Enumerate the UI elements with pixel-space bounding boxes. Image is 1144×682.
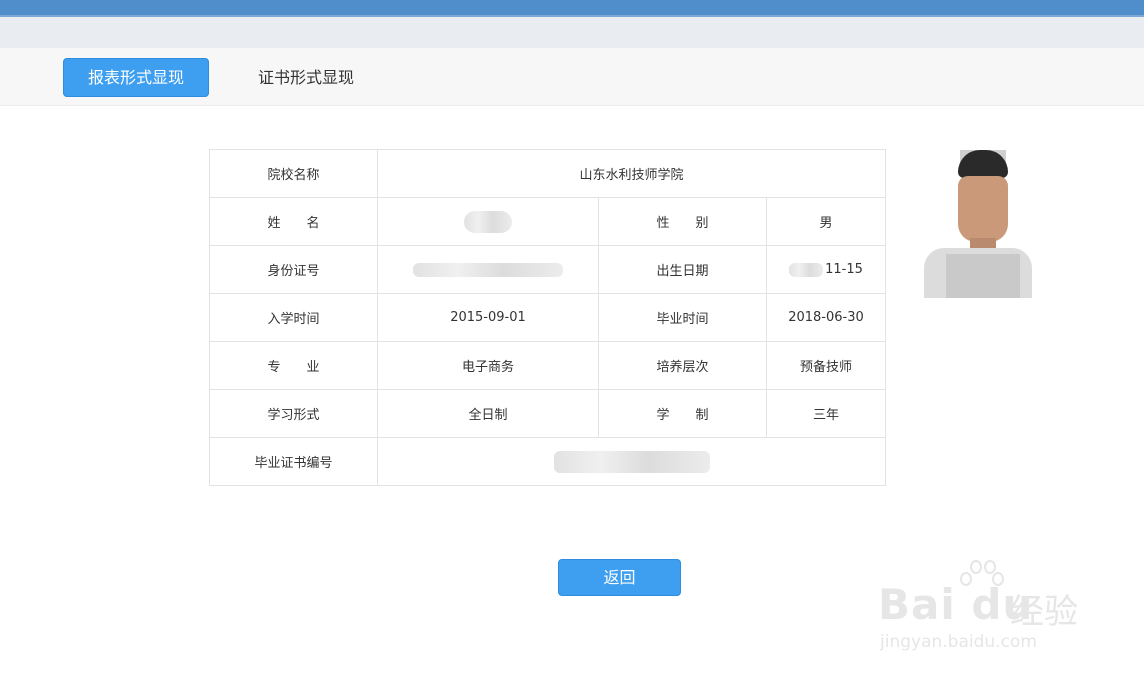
graduate-date-value: 2018-06-30 — [766, 293, 886, 342]
certificate-number-label: 毕业证书编号 — [209, 437, 378, 486]
table-row: 学习形式 全日制 学 制 三年 — [209, 389, 886, 438]
study-form-value: 全日制 — [377, 389, 599, 438]
redaction-blur — [464, 210, 512, 233]
top-header-bar — [0, 0, 1144, 15]
id-number-label: 身份证号 — [209, 245, 378, 294]
training-level-value: 预备技师 — [766, 341, 886, 390]
duration-label: 学 制 — [598, 389, 767, 438]
id-number-value-redacted — [377, 245, 599, 294]
redaction-blur — [553, 450, 710, 473]
study-form-label: 学习形式 — [209, 389, 378, 438]
duration-value: 三年 — [766, 389, 886, 438]
tab-report-view[interactable]: 报表形式显现 — [63, 58, 209, 97]
major-value: 电子商务 — [377, 341, 599, 390]
graduate-date-label: 毕业时间 — [598, 293, 767, 342]
back-button[interactable]: 返回 — [558, 559, 681, 596]
certificate-number-value-redacted — [377, 437, 886, 486]
table-row: 院校名称 山东水利技师学院 — [209, 149, 886, 198]
table-row: 身份证号 出生日期 11-15 — [209, 245, 886, 294]
student-photo-pixelated — [920, 150, 1032, 298]
tab-certificate-view[interactable]: 证书形式显现 — [236, 58, 376, 97]
gender-value: 男 — [766, 197, 886, 246]
table-row: 专 业 电子商务 培养层次 预备技师 — [209, 341, 886, 390]
enroll-date-label: 入学时间 — [209, 293, 378, 342]
name-label: 姓 名 — [209, 197, 378, 246]
birth-date-value: 11-15 — [766, 245, 886, 294]
table-row: 入学时间 2015-09-01 毕业时间 2018-06-30 — [209, 293, 886, 342]
birth-date-visible-part: 11-15 — [825, 262, 863, 277]
baidu-jingyan-watermark: Bai du 经验 jingyan.baidu.com — [874, 560, 1094, 660]
student-record-table: 院校名称 山东水利技师学院 姓 名 性 别 男 身份证号 出生日期 11-15 … — [209, 149, 886, 486]
name-value-redacted — [377, 197, 599, 246]
gender-label: 性 别 — [598, 197, 767, 246]
training-level-label: 培养层次 — [598, 341, 767, 390]
watermark-url: jingyan.baidu.com — [880, 632, 1037, 652]
table-row: 姓 名 性 别 男 — [209, 197, 886, 246]
table-row: 毕业证书编号 — [209, 437, 886, 486]
birth-date-label: 出生日期 — [598, 245, 767, 294]
sub-header-bar — [0, 17, 1144, 48]
school-value: 山东水利技师学院 — [377, 149, 886, 198]
major-label: 专 业 — [209, 341, 378, 390]
school-label: 院校名称 — [209, 149, 378, 198]
enroll-date-value: 2015-09-01 — [377, 293, 599, 342]
redaction-blur — [789, 262, 824, 277]
watermark-cn-text: 经验 — [1010, 592, 1078, 632]
redaction-blur — [413, 262, 563, 277]
